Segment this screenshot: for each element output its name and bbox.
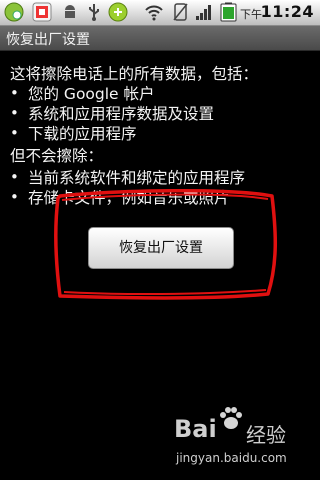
watermark-brand: Bai xyxy=(174,415,217,443)
factory-reset-button[interactable]: 恢复出厂设置 xyxy=(88,227,234,269)
baidu-jingyan-watermark: Bai 经验 jingyan.baidu.com xyxy=(170,405,320,480)
paw-icon xyxy=(220,407,242,429)
watermark-brand-suffix: 经验 xyxy=(246,423,286,447)
watermark-url: jingyan.baidu.com xyxy=(176,451,287,465)
